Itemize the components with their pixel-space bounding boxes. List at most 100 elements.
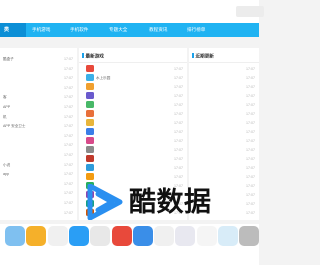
left-list-row[interactable]: 17:07	[0, 209, 77, 218]
game-date: 17:07	[174, 148, 183, 152]
app-icon[interactable]	[26, 226, 47, 246]
left-row-date: 17:07	[64, 66, 73, 71]
game-date: 17:07	[174, 94, 183, 98]
game-icon	[86, 173, 94, 180]
left-list-row[interactable]: 17:07	[0, 132, 77, 141]
left-row-date: 17:07	[64, 124, 73, 129]
update-date: 17:07	[246, 211, 255, 215]
left-list-row[interactable]: 酷盒子 17:07	[0, 55, 77, 64]
left-list-row[interactable]: 17:07	[0, 151, 77, 160]
game-list-row[interactable]: 17:07	[79, 137, 187, 146]
left-list-row[interactable]: 17:07	[0, 189, 77, 198]
game-list-row[interactable]: 17:07	[79, 83, 187, 92]
game-date: 17:07	[174, 85, 183, 89]
game-date: 17:07	[174, 139, 183, 143]
left-list-row[interactable]: app 17:07	[0, 170, 77, 179]
left-list-row[interactable]: 17:07	[0, 199, 77, 208]
left-row-date: 17:07	[64, 210, 73, 215]
left-list-row[interactable]: 17:07	[0, 65, 77, 74]
game-list-row[interactable]: 17:07	[79, 65, 187, 74]
game-list-row[interactable]: 17:07	[79, 101, 187, 110]
game-date: 17:07	[174, 157, 183, 161]
nav-item-rankings[interactable]: 排行榜单	[187, 23, 205, 37]
update-list-row[interactable]: 17:07	[189, 74, 259, 83]
update-list-row[interactable]: 17:07	[189, 119, 259, 128]
left-list-row[interactable]: 机 17:07	[0, 113, 77, 122]
app-icon[interactable]	[196, 226, 217, 246]
update-list-row[interactable]: 17:07	[189, 65, 259, 74]
left-list-row[interactable]: APP 17:07	[0, 103, 77, 112]
game-list-row[interactable]: 17:07	[79, 155, 187, 164]
game-list-row[interactable]: 17:07	[79, 119, 187, 128]
left-row-date: 17:07	[64, 153, 73, 157]
app-icon[interactable]	[132, 226, 153, 246]
left-row-date: 17:07	[64, 201, 73, 205]
nav-item-mobile-software[interactable]: 手机软件	[70, 23, 88, 37]
left-row-date: 17:07	[64, 105, 73, 109]
game-date: 17:07	[174, 121, 183, 125]
app-icon[interactable]	[5, 226, 25, 246]
app-icon[interactable]	[47, 226, 68, 246]
update-list-row[interactable]: 17:07	[189, 128, 259, 137]
game-date: 17:07	[174, 130, 183, 134]
update-date: 17:07	[246, 193, 255, 197]
update-list-row[interactable]: 17:07	[189, 173, 259, 182]
update-date: 17:07	[246, 139, 255, 143]
update-date: 17:07	[246, 130, 255, 134]
app-icon[interactable]	[239, 226, 260, 246]
left-list-row[interactable]: 小说 17:07	[0, 161, 77, 170]
nav-item-tutorials[interactable]: 教程资讯	[149, 23, 167, 37]
update-list-row[interactable]: 17:07	[189, 83, 259, 92]
app-icon[interactable]	[68, 226, 89, 246]
left-list-row[interactable]: 17:07	[0, 84, 77, 93]
game-list-row[interactable]: 17:07	[79, 164, 187, 173]
left-row-name: 客	[3, 95, 7, 100]
update-list-row[interactable]: 17:07	[189, 155, 259, 164]
left-row-name: APP	[3, 105, 11, 109]
game-icon	[86, 146, 94, 153]
update-list-row[interactable]: 17:07	[189, 146, 259, 155]
app-icon[interactable]	[111, 226, 132, 246]
update-list-row[interactable]: 17:07	[189, 137, 259, 146]
recent-updates-title: 近期更新	[192, 53, 214, 60]
game-list-row[interactable]: 17:07	[79, 146, 187, 155]
game-icon	[86, 128, 94, 135]
left-list-row[interactable]: 客 17:07	[0, 93, 77, 102]
update-list-row[interactable]: 17:07	[189, 164, 259, 173]
game-list-row[interactable]: 水上乐园 17:07	[79, 74, 187, 83]
update-date: 17:07	[246, 121, 255, 125]
game-list-row[interactable]: 17:07	[79, 110, 187, 119]
update-date: 17:07	[246, 184, 255, 188]
left-row-date: 17:07	[64, 95, 73, 100]
left-list-row[interactable]: APP 安全卫士 17:07	[0, 122, 77, 131]
update-date: 17:07	[246, 202, 255, 206]
update-date: 17:07	[246, 166, 255, 170]
update-list-row[interactable]: 17:07	[189, 92, 259, 101]
search-box[interactable]	[236, 6, 264, 17]
update-list-row[interactable]: 17:07	[189, 101, 259, 110]
left-row-name: APP 安全卫士	[3, 124, 26, 129]
update-date: 17:07	[246, 148, 255, 152]
update-date: 17:07	[246, 157, 255, 161]
game-icon	[86, 92, 94, 99]
app-icon[interactable]	[154, 226, 175, 246]
left-list-row[interactable]: 17:07	[0, 141, 77, 150]
game-date: 17:07	[174, 76, 183, 80]
left-list-row[interactable]: 17:07	[0, 180, 77, 189]
watermark-logo-icon	[87, 184, 123, 220]
left-list-row[interactable]: 17:07	[0, 74, 77, 83]
update-date: 17:07	[246, 76, 255, 80]
update-list-row[interactable]: 17:07	[189, 110, 259, 119]
nav-item-categories[interactable]: 类	[0, 23, 26, 37]
update-date: 17:07	[246, 112, 255, 116]
nav-item-mobile-games[interactable]: 手机游戏	[32, 23, 50, 37]
nav-item-topics[interactable]: 专题大全	[109, 23, 127, 37]
game-list-row[interactable]: 17:07	[79, 173, 187, 182]
game-name: 水上乐园	[96, 76, 111, 80]
app-icon[interactable]	[90, 226, 111, 246]
game-list-row[interactable]: 17:07	[79, 128, 187, 137]
game-icon	[86, 155, 94, 162]
game-list-row[interactable]: 17:07	[79, 92, 187, 101]
app-icon[interactable]	[175, 226, 196, 246]
app-icon[interactable]	[218, 226, 238, 246]
